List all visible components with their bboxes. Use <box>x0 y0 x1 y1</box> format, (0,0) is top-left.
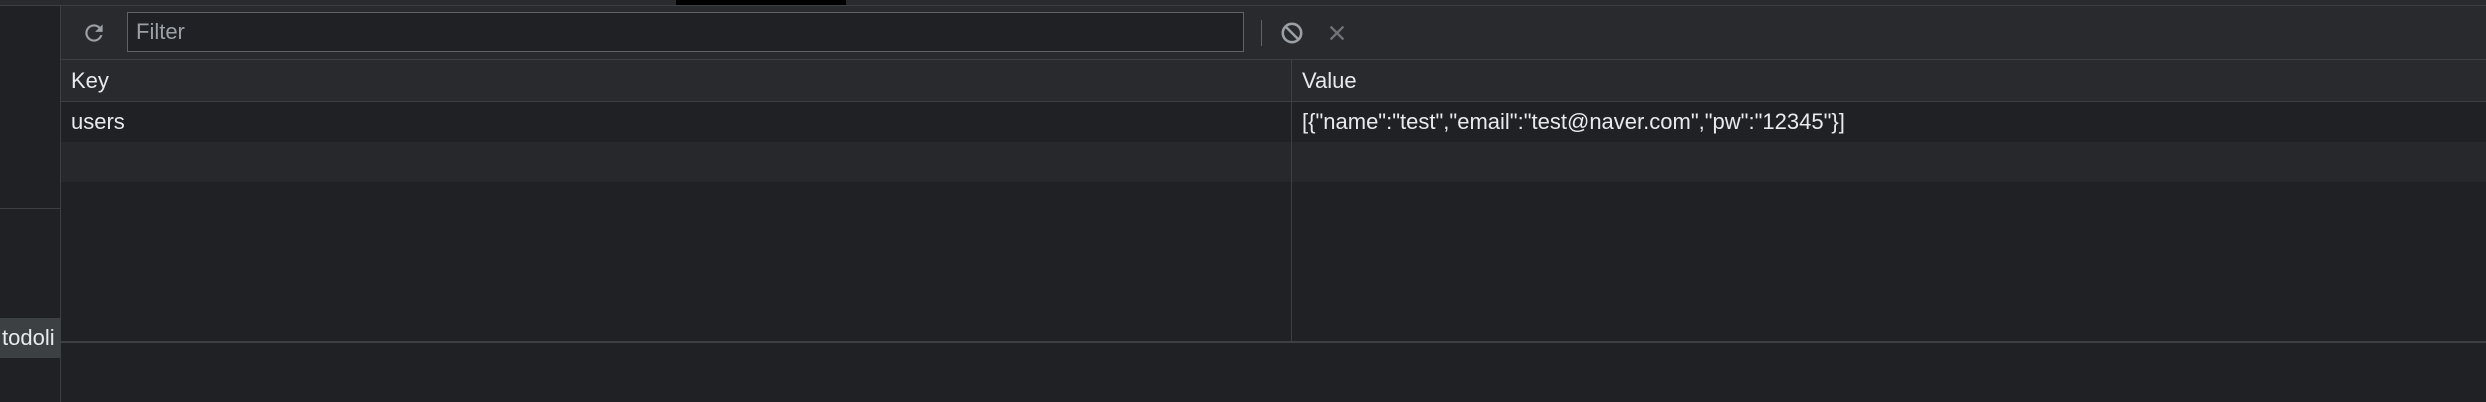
table-row[interactable]: users [{"name":"test","email":"test@nave… <box>61 102 2486 142</box>
cell-key[interactable] <box>61 142 1291 182</box>
refresh-button[interactable] <box>77 16 111 50</box>
cell-value[interactable]: [{"name":"test","email":"test@naver.com"… <box>1292 102 2486 142</box>
column-divider[interactable] <box>1291 60 1292 342</box>
block-icon <box>1281 22 1303 44</box>
cell-key[interactable]: users <box>61 102 1291 142</box>
sidebar-item-storage-origin[interactable]: todoli <box>0 318 60 358</box>
refresh-icon <box>85 24 103 42</box>
table-row-empty[interactable] <box>61 142 2486 182</box>
storage-table: Key Value users [{"name":"test","email":… <box>61 60 2486 342</box>
column-header-key[interactable]: Key <box>61 60 1291 102</box>
clear-all-button[interactable] <box>1275 16 1309 50</box>
cell-value[interactable] <box>1292 142 2486 182</box>
close-icon <box>1329 25 1345 41</box>
value-preview-pane <box>61 343 2486 402</box>
toolbar <box>61 6 2486 60</box>
filter-input[interactable] <box>127 12 1244 52</box>
storage-panel: todoli Key Value users <box>0 0 2486 402</box>
toolbar-separator <box>1261 20 1262 46</box>
delete-selected-button[interactable] <box>1320 16 1354 50</box>
column-header-value[interactable]: Value <box>1292 60 2486 102</box>
active-tab-indicator <box>676 0 846 5</box>
sidebar-divider <box>0 208 60 209</box>
sidebar: todoli <box>0 6 61 402</box>
table-header: Key Value <box>61 60 2486 102</box>
